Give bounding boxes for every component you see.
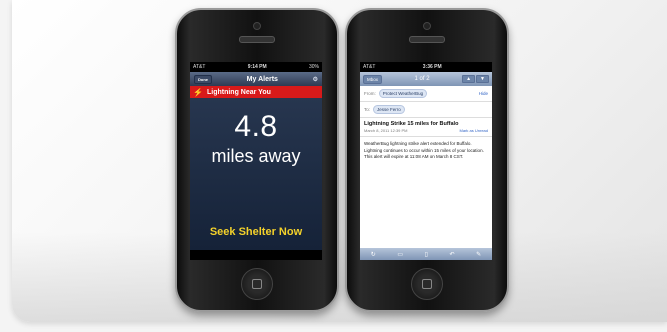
status-time: 3:36 PM	[422, 64, 442, 70]
seek-shelter-text: Seek Shelter Now	[209, 226, 303, 238]
mailbox-back-button[interactable]: Mbox	[363, 74, 383, 84]
done-button[interactable]: Done	[194, 74, 212, 84]
alert-banner-text: Lightning Near You	[206, 88, 271, 96]
email-screen: AT&T 3:36 PM Mbox 1 of 2 ▲ ▼ From: Prote…	[360, 62, 492, 260]
home-button[interactable]	[411, 268, 443, 300]
compose-icon[interactable]: ✎	[476, 251, 481, 258]
from-sender-pill[interactable]: Protect WeatherBug	[378, 89, 428, 98]
carrier-label: AT&T	[193, 64, 206, 70]
trash-icon[interactable]: ▯	[425, 251, 428, 258]
lightning-icon: ⚡	[193, 87, 203, 97]
from-label: From:	[364, 91, 376, 96]
up-arrow-icon[interactable]: ▲	[462, 75, 476, 83]
reply-icon[interactable]: ↶	[450, 251, 455, 258]
distance-unit: miles away	[211, 146, 301, 166]
alert-screen: AT&T 9:14 PM 30% Done My Alerts ⚙ ⚡ Ligh…	[190, 62, 322, 260]
lightning-alert-banner[interactable]: ⚡ Lightning Near You	[190, 86, 322, 98]
speaker-grille	[409, 36, 445, 43]
hide-link[interactable]: Hide	[479, 91, 488, 96]
mail-navbar: Mbox 1 of 2 ▲ ▼	[360, 72, 492, 86]
down-arrow-icon[interactable]: ▼	[476, 75, 489, 83]
status-bar: AT&T 9:14 PM 30%	[190, 62, 322, 72]
mark-as-unread-link[interactable]: Mark as Unread	[460, 128, 488, 133]
from-row: From: Protect WeatherBug Hide	[360, 86, 492, 102]
distance-value: 4.8	[234, 110, 278, 143]
gear-icon[interactable]: ⚙	[313, 76, 318, 83]
status-time: 9:14 PM	[247, 64, 267, 70]
battery-label: 30%	[308, 64, 319, 70]
email-body: WeatherBug lightning strike alert extend…	[364, 141, 484, 160]
front-camera-icon	[253, 22, 261, 30]
speaker-grille	[239, 36, 275, 43]
message-nav-arrows: ▲ ▼	[462, 75, 489, 83]
to-row: To: Jesse Ferro	[360, 102, 492, 118]
mail-toolbar: ↻ ▭ ▯ ↶ ✎	[360, 248, 492, 260]
home-square-icon	[252, 279, 262, 289]
status-bar: AT&T 3:36 PM	[360, 62, 492, 72]
to-label: To:	[364, 107, 371, 112]
refresh-icon[interactable]: ↻	[371, 251, 376, 258]
alerts-navbar: Done My Alerts ⚙	[190, 72, 322, 86]
home-button[interactable]	[241, 268, 273, 300]
folder-icon[interactable]: ▭	[397, 251, 403, 258]
front-camera-icon	[423, 22, 431, 30]
alert-content: 4.8 miles away Seek Shelter Now	[190, 98, 322, 250]
phone-left: AT&T 9:14 PM 30% Done My Alerts ⚙ ⚡ Ligh…	[175, 8, 339, 312]
email-date: March 8, 2011 12:39 PM	[364, 128, 408, 133]
reflection-floor	[12, 232, 667, 322]
message-count: 1 of 2	[414, 76, 430, 82]
carrier-label: AT&T	[363, 64, 376, 70]
home-square-icon	[422, 279, 432, 289]
to-recipient-pill[interactable]: Jesse Ferro	[373, 105, 405, 114]
email-meta-row: March 8, 2011 12:39 PM Mark as Unread	[360, 127, 492, 137]
phone-right: AT&T 3:36 PM Mbox 1 of 2 ▲ ▼ From: Prote…	[345, 8, 509, 312]
email-subject: Lightning Strike 15 miles for Buffalo	[364, 121, 459, 127]
navbar-title: My Alerts	[246, 75, 278, 83]
